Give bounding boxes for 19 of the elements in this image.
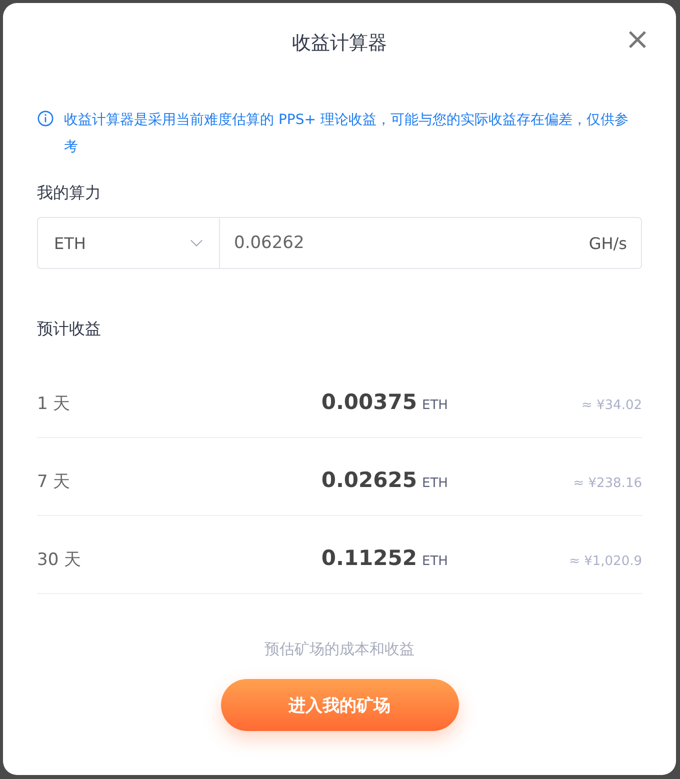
earning-amount: 0.11252 bbox=[321, 546, 417, 570]
fiat-value: ≈ ¥1,020.9 bbox=[568, 554, 642, 569]
period-label: 1 天 bbox=[37, 393, 72, 415]
earning-amount: 0.02625 bbox=[321, 468, 417, 492]
notice-text: 收益计算器是采用当前难度估算的 PPS+ 理论收益，可能与您的实际收益存在偏差，仅供参考 bbox=[64, 111, 630, 157]
fiat-value: ≈ ¥34.02 bbox=[580, 398, 642, 413]
currency-unit: ETH bbox=[422, 554, 449, 569]
dialog-title: 收益计算器 bbox=[292, 31, 387, 56]
period-label: 7 天 bbox=[37, 471, 72, 493]
close-button[interactable]: × bbox=[620, 25, 654, 55]
info-icon bbox=[37, 110, 54, 127]
hint-text: 预估矿场的成本和收益 bbox=[264, 640, 416, 659]
period-label: 30 天 bbox=[37, 549, 82, 571]
earning-amount: 0.00375 bbox=[321, 390, 417, 414]
fiat-value: ≈ ¥238.16 bbox=[572, 476, 642, 491]
currency-unit: ETH bbox=[422, 398, 449, 413]
section-label: 我的算力 bbox=[37, 183, 102, 204]
section-label: 预计收益 bbox=[37, 319, 102, 340]
currency-unit: ETH bbox=[422, 476, 449, 491]
